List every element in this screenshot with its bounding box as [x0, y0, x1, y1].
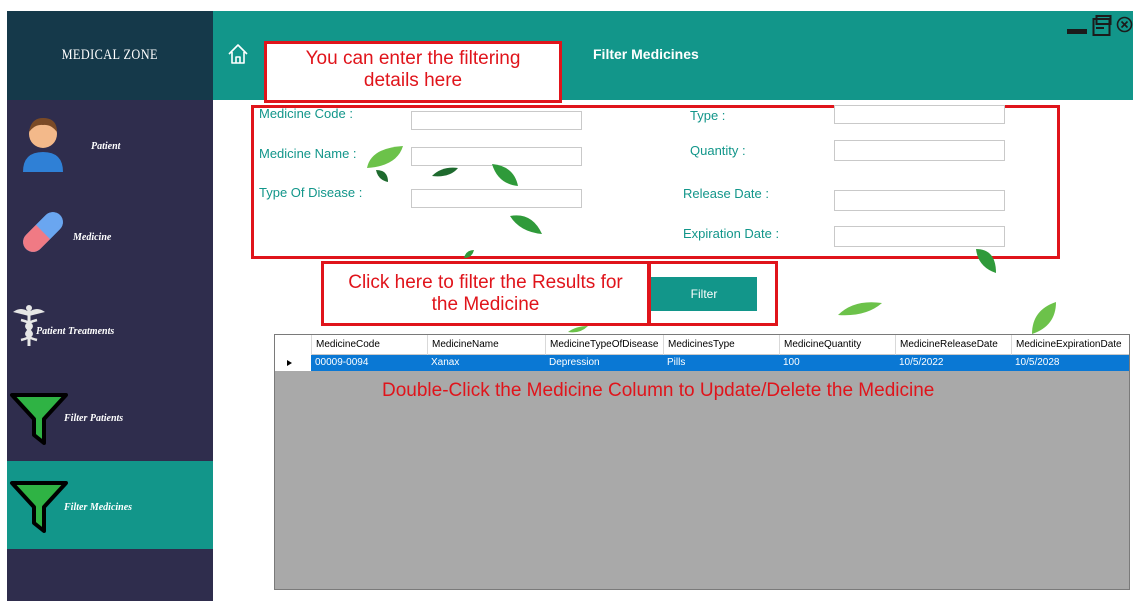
leaf-icon [838, 302, 882, 316]
sidebar-item-medicine[interactable]: Medicine [7, 188, 213, 276]
type-of-disease-label: Type Of Disease : [259, 185, 363, 200]
quantity-input[interactable] [834, 140, 1005, 161]
grid-column-header[interactable]: MedicineQuantity [779, 335, 895, 355]
grid-column-header[interactable]: MedicineReleaseDate [895, 335, 1011, 355]
maximize-icon[interactable] [1092, 15, 1112, 37]
medicine-code-label: Medicine Code : [259, 106, 353, 121]
expiration-date-label: Expiration Date : [683, 226, 780, 241]
grid-cell[interactable]: 00009-0094 [311, 355, 427, 371]
release-date-input[interactable] [834, 190, 1005, 211]
grid-column-header[interactable]: MedicineTypeOfDisease [545, 335, 663, 355]
table-row[interactable]: 00009-0094 Xanax Depression Pills 100 10… [275, 355, 1129, 371]
annotation-double-click-text: Double-Click the Medicine Column to Upda… [382, 380, 935, 401]
leaf-icon [464, 250, 474, 258]
type-label: Type : [690, 108, 726, 123]
sidebar-item-label: Filter Patients [64, 413, 124, 424]
quantity-label: Quantity : [690, 143, 746, 158]
grid-column-header[interactable]: MedicinesType [663, 335, 779, 355]
type-of-disease-input[interactable] [411, 189, 582, 208]
sidebar-item-filter-patients[interactable]: Filter Patients [7, 373, 213, 461]
grid-column-header[interactable]: MedicineCode [311, 335, 427, 355]
grid-column-header[interactable]: MedicineName [427, 335, 545, 355]
funnel-filter-icon [7, 387, 71, 451]
sidebar-item-label: Filter Medicines [64, 502, 133, 513]
patient-avatar-icon [11, 112, 75, 176]
release-date-label: Release Date : [683, 186, 769, 201]
page-title: Filter Medicines [593, 46, 699, 62]
row-pointer-icon [287, 360, 292, 366]
grid-corner [275, 335, 311, 355]
annotation-enter-details: You can enter the filtering details here [264, 41, 562, 103]
grid-column-header[interactable]: MedicineExpirationDate [1011, 335, 1129, 355]
leaf-icon [432, 167, 458, 177]
row-selector[interactable] [275, 355, 311, 371]
pill-capsule-icon [11, 200, 75, 264]
annotation-click-filter: Click here to filter the Results for the… [321, 261, 650, 326]
grid-cell[interactable]: 10/5/2028 [1011, 355, 1129, 371]
app-window: MEDICAL ZONE Patient Medicine Patient Tr… [0, 0, 1133, 601]
annotation-enter-details-text: You can enter the filtering details here [305, 48, 521, 91]
sidebar-item-label: Patient [91, 141, 121, 152]
grid-cell[interactable]: 100 [779, 355, 895, 371]
filter-button[interactable]: Filter [651, 277, 757, 311]
grid-cell[interactable]: Pills [663, 355, 779, 371]
minimize-icon[interactable] [1067, 29, 1087, 35]
sidebar-item-label: Medicine [73, 232, 112, 243]
leaf-icon [367, 146, 403, 168]
grid-cell[interactable]: Xanax [427, 355, 545, 371]
sidebar-item-patient[interactable]: Patient [7, 100, 213, 188]
medicine-grid[interactable]: MedicineCode MedicineName MedicineTypeOf… [274, 334, 1130, 590]
funnel-filter-icon [7, 475, 71, 539]
leaf-icon [976, 249, 996, 273]
grid-header: MedicineCode MedicineName MedicineTypeOf… [275, 335, 1129, 355]
leaf-icon [492, 164, 518, 186]
sidebar: MEDICAL ZONE Patient Medicine Patient Tr… [7, 11, 213, 601]
leaf-icon [510, 215, 542, 234]
type-input[interactable] [834, 105, 1005, 124]
annotation-click-filter-text: Click here to filter the Results for the… [348, 272, 623, 315]
grid-cell[interactable]: Depression [545, 355, 663, 371]
expiration-date-input[interactable] [834, 226, 1005, 247]
grid-cell[interactable]: 10/5/2022 [895, 355, 1011, 371]
sidebar-item-filter-medicines[interactable]: Filter Medicines [7, 461, 213, 549]
home-icon[interactable] [227, 43, 249, 65]
sidebar-item-patient-treatments[interactable]: Patient Treatments [7, 280, 213, 368]
window-controls [1053, 11, 1133, 51]
medicine-name-label: Medicine Name : [259, 146, 357, 161]
logo: MEDICAL ZONE [7, 11, 213, 100]
leaf-icon [1032, 302, 1056, 334]
medicine-code-input[interactable] [411, 111, 582, 130]
close-icon[interactable] [1116, 16, 1133, 33]
leaf-icon [376, 170, 388, 182]
logo-text: MEDICAL ZONE [61, 47, 159, 63]
sidebar-item-label: Patient Treatments [36, 326, 115, 337]
